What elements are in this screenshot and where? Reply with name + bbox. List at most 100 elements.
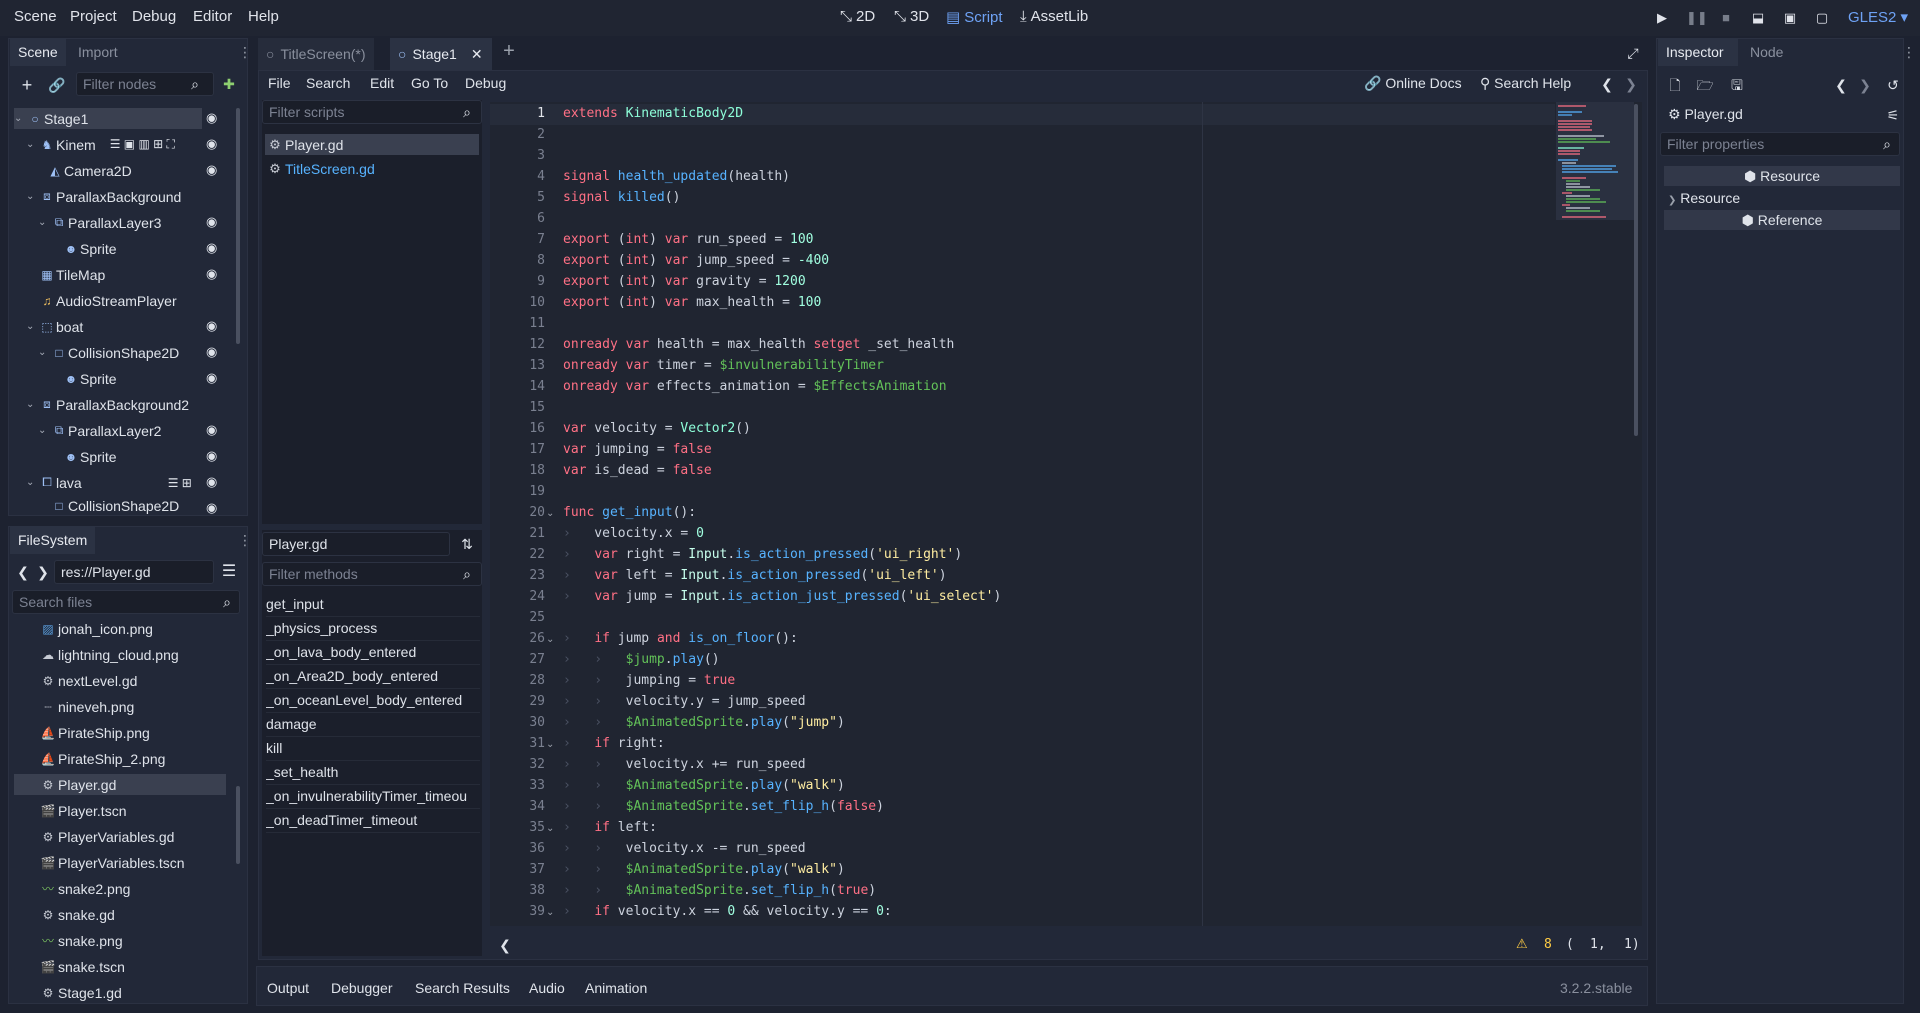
forward-arrow-icon[interactable]: ❯ bbox=[34, 563, 52, 581]
history-back-icon[interactable]: ❮ bbox=[1832, 76, 1850, 94]
dock-menu-icon[interactable]: ⋮ bbox=[236, 43, 254, 61]
object-properties-icon[interactable]: ⚟ bbox=[1884, 106, 1902, 124]
add-node-icon[interactable]: + bbox=[18, 76, 36, 94]
file-item[interactable]: 🎬 Player.tscn bbox=[14, 800, 226, 821]
filter-methods-input[interactable]: Filter methods bbox=[262, 562, 482, 586]
bottom-tab-animation[interactable]: Animation bbox=[585, 980, 647, 996]
dock-menu-icon[interactable]: ⋮ bbox=[236, 531, 254, 549]
file-item[interactable]: ┈ nineveh.png bbox=[14, 696, 226, 717]
history-forward-icon[interactable]: ❯ bbox=[1856, 76, 1874, 94]
method-item[interactable]: kill bbox=[266, 740, 480, 761]
script-item[interactable]: ⚙ Player.gd bbox=[265, 134, 479, 155]
method-item[interactable]: _set_health bbox=[266, 764, 480, 785]
add-tab-icon[interactable]: + bbox=[500, 41, 518, 61]
bottom-tab-output[interactable]: Output bbox=[267, 980, 309, 996]
section-resource[interactable]: ⬢ Resource bbox=[1664, 166, 1900, 186]
history-forward-icon[interactable]: ❯ bbox=[1622, 75, 1640, 93]
tree-node[interactable]: ♫ AudioStreamPlayer bbox=[38, 290, 260, 311]
file-item[interactable]: ⚙ Player.gd bbox=[14, 774, 226, 795]
menu-debug[interactable]: Debug bbox=[132, 8, 176, 25]
script-menu-file[interactable]: File bbox=[268, 75, 291, 91]
method-item[interactable]: damage bbox=[266, 716, 480, 737]
play-current-scene-icon[interactable]: ▢ bbox=[1814, 10, 1830, 26]
method-item[interactable]: _on_oceanLevel_body_entered bbox=[266, 692, 480, 713]
workspace-assetlib-button[interactable]: ⤓ AssetLib bbox=[1020, 8, 1088, 25]
search-files-input[interactable]: Search files bbox=[12, 590, 240, 614]
history-icon[interactable]: ↺ bbox=[1884, 76, 1902, 94]
open-folder-icon[interactable]: 🗁 bbox=[1696, 76, 1714, 94]
tab-import[interactable]: Import bbox=[70, 38, 126, 66]
tree-node[interactable]: ⌄ ⧈ ParallaxBackground2 bbox=[26, 394, 248, 415]
file-item[interactable]: 〰 snake2.png bbox=[14, 878, 226, 899]
stop-icon[interactable]: ■ bbox=[1718, 10, 1734, 26]
tab-stage1[interactable]: ○ Stage1 ✕ bbox=[390, 38, 492, 70]
script-menu-goto[interactable]: Go To bbox=[411, 75, 448, 91]
tree-node[interactable]: ⌄ ○ Stage1 bbox=[14, 108, 202, 129]
attach-script-icon[interactable]: ✚ bbox=[220, 75, 238, 93]
method-item[interactable]: _physics_process bbox=[266, 620, 480, 641]
filter-properties-input[interactable]: Filter properties bbox=[1660, 132, 1900, 156]
tree-node[interactable]: ⌄ ⧈ ParallaxBackground bbox=[26, 186, 248, 207]
renderer-select[interactable]: GLES2 ▾ bbox=[1848, 8, 1908, 26]
search-help-button[interactable]: ⚲ Search Help bbox=[1480, 75, 1571, 92]
tab-node[interactable]: Node bbox=[1742, 38, 1791, 66]
bottom-tab-debugger[interactable]: Debugger bbox=[331, 980, 393, 996]
workspace-3d-button[interactable]: ⤡ 3D bbox=[894, 8, 929, 25]
toggle-scripts-panel-icon[interactable]: ❮ bbox=[496, 936, 514, 954]
filesystem-scrollbar[interactable] bbox=[236, 786, 240, 864]
file-item[interactable]: ☁ lightning_cloud.png bbox=[14, 644, 226, 665]
file-item[interactable]: ⚙ PlayerVariables.gd bbox=[14, 826, 226, 847]
section-reference[interactable]: ⬢ Reference bbox=[1664, 210, 1900, 230]
file-item[interactable]: ⚙ nextLevel.gd bbox=[14, 670, 226, 691]
method-item[interactable]: _on_deadTimer_timeout bbox=[266, 812, 480, 833]
history-back-icon[interactable]: ❮ bbox=[1598, 75, 1616, 93]
instance-scene-icon[interactable]: 🔗 bbox=[48, 76, 66, 94]
save-icon[interactable]: 🖫 bbox=[1728, 76, 1746, 94]
file-item[interactable]: ▨ jonah_icon.png bbox=[14, 618, 226, 639]
workspace-script-button[interactable]: ▤ Script bbox=[946, 8, 1003, 27]
editor-scrollbar[interactable] bbox=[1634, 104, 1638, 436]
fold-arrow-icon[interactable]: ⌄ bbox=[546, 739, 554, 750]
split-view-icon[interactable]: ☰ bbox=[220, 563, 238, 581]
script-menu-debug[interactable]: Debug bbox=[465, 75, 506, 91]
file-item[interactable]: ⛵ PirateShip.png bbox=[14, 722, 226, 743]
warning-count[interactable]: 8 bbox=[1544, 937, 1552, 952]
back-arrow-icon[interactable]: ❮ bbox=[14, 563, 32, 581]
filter-scripts-input[interactable]: Filter scripts bbox=[262, 100, 482, 124]
script-menu-search[interactable]: Search bbox=[306, 75, 350, 91]
play-custom-scene-icon[interactable]: ▣ bbox=[1782, 10, 1798, 26]
method-item[interactable]: _on_lava_body_entered bbox=[266, 644, 480, 665]
method-item[interactable]: _on_Area2D_body_entered bbox=[266, 668, 480, 689]
scene-scrollbar[interactable] bbox=[236, 108, 240, 344]
fold-arrow-icon[interactable]: ⌄ bbox=[546, 634, 554, 645]
script-item[interactable]: ⚙ TitleScreen.gd bbox=[265, 158, 479, 179]
script-menu-edit[interactable]: Edit bbox=[370, 75, 394, 91]
fold-arrow-icon[interactable]: ⌄ bbox=[546, 508, 554, 519]
tab-filesystem[interactable]: FileSystem bbox=[10, 526, 96, 554]
new-resource-icon[interactable]: 🗋 bbox=[1666, 76, 1684, 94]
dock-menu-icon[interactable]: ⋮ bbox=[1900, 43, 1918, 61]
menu-project[interactable]: Project bbox=[70, 8, 117, 25]
sort-icon[interactable]: ⇅ bbox=[458, 535, 476, 553]
menu-help[interactable]: Help bbox=[248, 8, 279, 25]
file-item[interactable]: 🎬 snake.tscn bbox=[14, 956, 226, 977]
method-item[interactable]: _on_invulnerabilityTimer_timeou bbox=[266, 788, 480, 809]
play-icon[interactable]: ▶ bbox=[1654, 10, 1670, 26]
tab-scene[interactable]: Scene bbox=[10, 38, 66, 66]
bottom-tab-search-results[interactable]: Search Results bbox=[415, 980, 510, 996]
online-docs-button[interactable]: 🔗 Online Docs bbox=[1364, 75, 1462, 92]
play-scene-icon[interactable]: ⬓ bbox=[1750, 10, 1766, 26]
file-item[interactable]: ⚙ snake.gd bbox=[14, 904, 226, 925]
fold-arrow-icon[interactable]: ⌄ bbox=[546, 823, 554, 834]
close-icon[interactable]: ✕ bbox=[471, 46, 483, 63]
file-item[interactable]: 🎬 PlayerVariables.tscn bbox=[14, 852, 226, 873]
method-item[interactable]: get_input bbox=[266, 596, 480, 617]
menu-editor[interactable]: Editor bbox=[193, 8, 232, 25]
file-item[interactable]: ⚙ Stage1.gd bbox=[14, 982, 226, 1003]
fold-arrow-icon[interactable]: ⌄ bbox=[546, 907, 554, 918]
pause-icon[interactable]: ❚❚ bbox=[1686, 10, 1708, 26]
warning-icon[interactable]: ⚠ bbox=[1516, 936, 1528, 952]
tab-inspector[interactable]: Inspector bbox=[1658, 38, 1738, 66]
bottom-tab-audio[interactable]: Audio bbox=[529, 980, 565, 996]
file-item[interactable]: ⛵ PirateShip_2.png bbox=[14, 748, 226, 769]
